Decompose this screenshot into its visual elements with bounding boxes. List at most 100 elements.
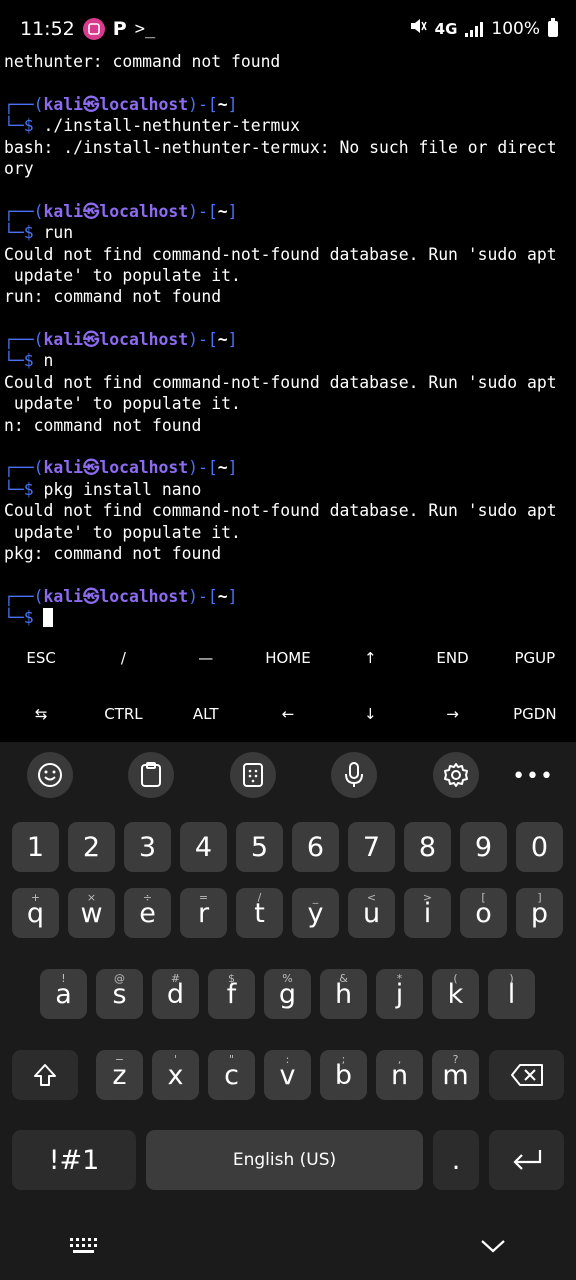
emoji-icon[interactable] [27,752,73,798]
extra-key[interactable]: ↑ [329,630,411,686]
prompt-dir: ~ [217,94,228,114]
key-v[interactable]: :v [264,1050,311,1100]
key-hint: _ [312,891,319,904]
command-text: n [33,351,54,371]
key-x[interactable]: ' x [152,1050,199,1100]
prompt-box: ] [227,94,238,114]
enter-key[interactable] [489,1130,564,1190]
output-line: Could not find command-not-found databas… [4,372,557,392]
extra-key[interactable]: CTRL [82,686,164,742]
prompt-user: kali㉿localhost [43,586,189,606]
key-l[interactable]: ) l [488,969,535,1019]
key-hint: : [285,1053,290,1066]
key-0[interactable]: 0 [516,822,563,872]
key-r[interactable]: = r [180,888,227,938]
key-y[interactable]: _ y [292,888,339,938]
key-5[interactable]: 5 [236,822,283,872]
keypad-icon[interactable] [230,752,276,798]
extra-key[interactable]: ESC [0,630,82,686]
extra-key[interactable]: → [411,686,493,742]
key-hint: − [114,1053,125,1066]
extra-key[interactable]: PGUP [494,630,576,686]
key-a[interactable]: ! a [40,969,87,1019]
key-f[interactable]: $ f [208,969,255,1019]
microphone-icon[interactable] [331,752,377,798]
key-u[interactable]: < u [348,888,395,938]
key-g[interactable]: % g [264,969,311,1019]
key-s[interactable]: @ s [96,969,143,1019]
period-key[interactable]: . [433,1130,479,1190]
key-k[interactable]: (k [432,969,479,1019]
extra-key[interactable]: ALT [165,686,247,742]
extra-key[interactable]: HOME [247,630,329,686]
extra-key[interactable]: END [411,630,493,686]
key-t[interactable]: / t [236,888,283,938]
key-label: 7 [362,831,381,863]
key-hint: ' [173,1053,178,1066]
key-hint: ; [341,1053,346,1066]
extra-key[interactable]: ↓ [329,686,411,742]
output-line: update' to populate it. [4,522,241,542]
key-hint: $ [228,972,235,985]
key-label: . [451,1144,461,1176]
key-label: 0 [530,831,549,863]
key-d[interactable]: # d [152,969,199,1019]
key-4[interactable]: 4 [180,822,227,872]
key-p[interactable]: ] p [516,888,563,938]
clipboard-icon[interactable] [128,752,174,798]
key-9[interactable]: 9 [460,822,507,872]
keyboard-grid-icon[interactable] [70,1236,100,1260]
extra-keys-bar: ESC / — HOME ↑ END PGUP ⇆ CTRL ALT ← ↓ → PGDN [0,630,576,742]
scroll-capture-icon [82,18,105,40]
extra-key[interactable]: ← [247,686,329,742]
key-i[interactable]: > i [404,888,451,938]
key-j[interactable]: * j [376,969,423,1019]
chevron-down-icon[interactable] [480,1238,506,1258]
key-hint: > [422,891,433,904]
prompt-box: ┌──( [4,201,44,221]
key-hint: ] [537,891,542,904]
settings-icon[interactable] [433,752,479,798]
prompt-box: )-[ [188,586,218,606]
output-line: update' to populate it. [4,265,241,285]
key-b[interactable]: ; b [320,1050,367,1100]
extra-key[interactable]: — [165,630,247,686]
key-q[interactable]: + q [12,888,59,938]
space-key[interactable]: English (US) [146,1130,423,1190]
backspace-key[interactable] [489,1050,564,1100]
key-o[interactable]: [o [460,888,507,938]
prompt-box: ] [227,458,238,478]
extra-key[interactable]: / [82,630,164,686]
prompt-user: kali㉿localhost [43,330,189,350]
shift-key[interactable] [12,1050,78,1100]
key-w[interactable]: × w [68,888,115,938]
prompt-box: )-[ [188,330,218,350]
prompt-box: ] [227,586,238,606]
text-cursor [43,608,54,628]
key-z[interactable]: − z [96,1050,143,1100]
extra-key[interactable]: PGDN [494,686,576,742]
key-label: 4 [194,831,213,863]
key-m[interactable]: ? m [432,1050,479,1100]
key-n[interactable]: ,n [376,1050,423,1100]
key-6[interactable]: 6 [292,822,339,872]
key-hint: ? [452,1053,459,1066]
output-line: Could not find command-not-found databas… [4,244,557,264]
key-h[interactable]: & h [320,969,367,1019]
symbols-key[interactable]: !#1 [12,1130,136,1190]
key-c[interactable]: " c [208,1050,255,1100]
more-icon[interactable]: ••• [512,764,554,789]
key-8[interactable]: 8 [404,822,451,872]
key-e[interactable]: ÷ e [124,888,171,938]
prompt-symbol: └─$ [4,479,34,499]
key-2[interactable]: 2 [68,822,115,872]
extra-key[interactable]: ⇆ [0,686,82,742]
terminal-output[interactable]: nethunter: command not found ┌──(kali㉿loc… [4,51,574,629]
key-3[interactable]: 3 [124,822,171,872]
key-1[interactable]: 1 [12,822,59,872]
prompt-user: kali㉿localhost [43,201,189,221]
key-7[interactable]: 7 [348,822,395,872]
